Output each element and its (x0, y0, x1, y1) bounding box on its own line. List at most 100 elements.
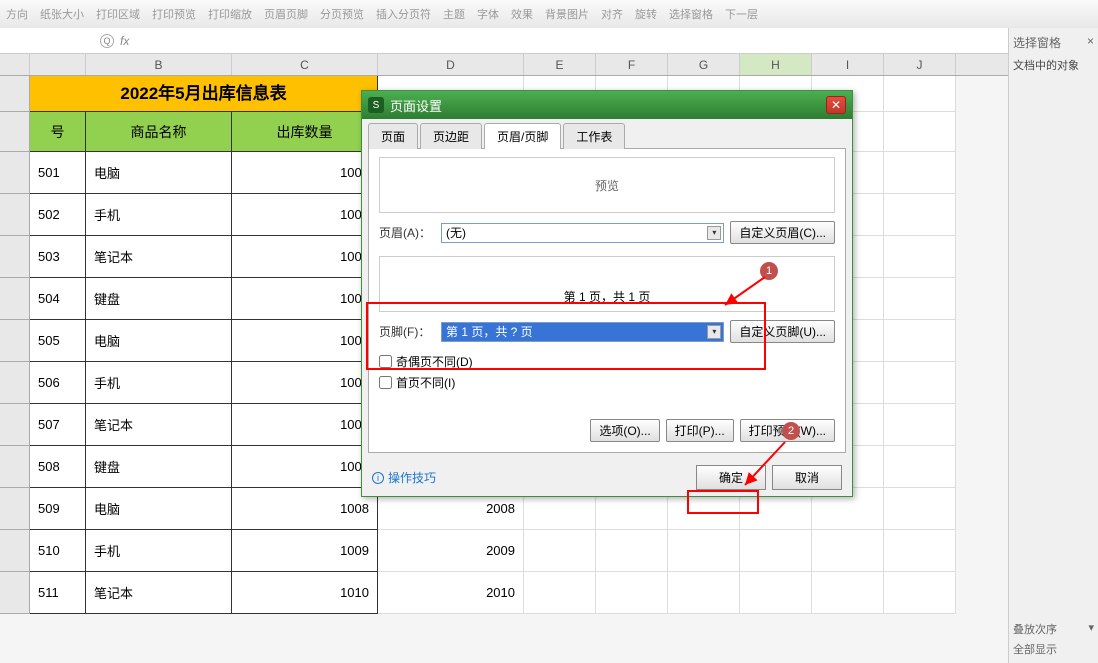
colhdr-A[interactable] (30, 54, 86, 75)
tb-rotate[interactable]: 旋转 (635, 6, 657, 22)
cell-qty[interactable]: 1007 (232, 446, 378, 488)
custom-header-button[interactable]: 自定义页眉(C)... (730, 221, 835, 244)
cell-id[interactable]: 507 (30, 404, 86, 446)
cell-name[interactable]: 键盘 (86, 446, 232, 488)
cell-qty[interactable]: 1009 (232, 530, 378, 572)
colhdr-C[interactable]: C (232, 54, 378, 75)
print-button[interactable]: 打印(P)... (666, 419, 734, 442)
chevron-down-icon[interactable]: ▾ (707, 226, 721, 240)
odd-even-checkbox[interactable] (379, 355, 392, 368)
cell-name[interactable]: 手机 (86, 530, 232, 572)
table-row[interactable]: 510 手机 1009 2009 (0, 530, 1098, 572)
cell-name[interactable]: 电脑 (86, 152, 232, 194)
cell-id[interactable]: 506 (30, 362, 86, 404)
header-select[interactable]: (无)▾ (441, 223, 724, 243)
rowhdr[interactable] (0, 278, 30, 320)
colhdr-H[interactable]: H (740, 54, 812, 75)
tb-align[interactable]: 对齐 (601, 6, 623, 22)
cell-qty[interactable]: 1005 (232, 362, 378, 404)
cell-qty[interactable]: 1000 (232, 152, 378, 194)
tb-insertpagebreak[interactable]: 插入分页符 (376, 6, 431, 22)
hdr-id[interactable]: 号 (30, 112, 86, 152)
cell-qty[interactable]: 1008 (232, 488, 378, 530)
cell-extra[interactable]: 2009 (378, 530, 524, 572)
tab-worksheet[interactable]: 工作表 (563, 123, 625, 149)
cell-qty[interactable]: 1004 (232, 320, 378, 362)
sidepanel-close-icon[interactable]: × (1087, 34, 1094, 51)
colhdr-J[interactable]: J (884, 54, 956, 75)
tips-link[interactable]: i操作技巧 (372, 469, 436, 486)
colhdr-F[interactable]: F (596, 54, 668, 75)
colhdr-D[interactable]: D (378, 54, 524, 75)
cell-id[interactable]: 510 (30, 530, 86, 572)
cell-name[interactable]: 笔记本 (86, 572, 232, 614)
cell-name[interactable]: 笔记本 (86, 236, 232, 278)
cell-qty[interactable]: 1003 (232, 278, 378, 320)
cell-id[interactable]: 505 (30, 320, 86, 362)
chevron-down-icon[interactable]: ▾ (1088, 621, 1094, 637)
print-preview-button[interactable]: 打印预览(W)... (740, 419, 835, 442)
tb-nextlayer[interactable]: 下一层 (725, 6, 758, 22)
rowhdr-2[interactable] (0, 112, 30, 152)
tb-printarea[interactable]: 打印区域 (96, 6, 140, 22)
tb-direction[interactable]: 方向 (6, 6, 28, 22)
show-all-label[interactable]: 全部显示 (1013, 641, 1057, 657)
tb-headerfooter[interactable]: 页眉页脚 (264, 6, 308, 22)
cell-id[interactable]: 502 (30, 194, 86, 236)
rowhdr-1[interactable] (0, 76, 30, 112)
chevron-down-icon[interactable]: ▾ (707, 325, 721, 339)
cancel-button[interactable]: 取消 (772, 465, 842, 490)
rowhdr[interactable] (0, 194, 30, 236)
cell-name[interactable]: 笔记本 (86, 404, 232, 446)
tab-page[interactable]: 页面 (368, 123, 418, 149)
cell-qty[interactable]: 1006 (232, 404, 378, 446)
rowhdr[interactable] (0, 236, 30, 278)
fx-label[interactable]: fx (120, 34, 129, 48)
tb-selectionpane[interactable]: 选择窗格 (669, 6, 713, 22)
cell-name[interactable]: 电脑 (86, 320, 232, 362)
tb-theme[interactable]: 主题 (443, 6, 465, 22)
tb-papersize[interactable]: 纸张大小 (40, 6, 84, 22)
tab-header-footer[interactable]: 页眉/页脚 (484, 123, 561, 149)
colhdr-E[interactable]: E (524, 54, 596, 75)
cell-name[interactable]: 电脑 (86, 488, 232, 530)
dialog-titlebar[interactable]: S 页面设置 ✕ (362, 91, 852, 119)
colhdr-G[interactable]: G (668, 54, 740, 75)
cell-qty[interactable]: 1001 (232, 194, 378, 236)
cell-id[interactable]: 504 (30, 278, 86, 320)
cell-name[interactable]: 手机 (86, 362, 232, 404)
options-button[interactable]: 选项(O)... (590, 419, 659, 442)
cell-name[interactable]: 键盘 (86, 278, 232, 320)
title-cell[interactable]: 2022年5月出库信息表 (30, 76, 378, 112)
cell-id[interactable]: 503 (30, 236, 86, 278)
tab-margin[interactable]: 页边距 (420, 123, 482, 149)
rowhdr[interactable] (0, 446, 30, 488)
table-row[interactable]: 511 笔记本 1010 2010 (0, 572, 1098, 614)
tb-pagebreakpreview[interactable]: 分页预览 (320, 6, 364, 22)
cell-name[interactable]: 手机 (86, 194, 232, 236)
colhdr-I[interactable]: I (812, 54, 884, 75)
cell-id[interactable]: 501 (30, 152, 86, 194)
rowhdr[interactable] (0, 320, 30, 362)
rowhdr[interactable] (0, 530, 30, 572)
cell-id[interactable]: 508 (30, 446, 86, 488)
rowhdr[interactable] (0, 488, 30, 530)
ok-button[interactable]: 确定 (696, 465, 766, 490)
footer-select[interactable]: 第 1 页，共 ? 页▾ (441, 322, 724, 342)
hdr-qty[interactable]: 出库数量 (232, 112, 378, 152)
colhdr-B[interactable]: B (86, 54, 232, 75)
hdr-name[interactable]: 商品名称 (86, 112, 232, 152)
tb-bgimage[interactable]: 背景图片 (545, 6, 589, 22)
cell-extra[interactable]: 2010 (378, 572, 524, 614)
close-icon[interactable]: ✕ (826, 96, 846, 114)
tb-font[interactable]: 字体 (477, 6, 499, 22)
rowhdr[interactable] (0, 152, 30, 194)
cancel-formula-icon[interactable]: Q (100, 34, 114, 48)
cell-id[interactable]: 511 (30, 572, 86, 614)
rowhdr[interactable] (0, 572, 30, 614)
first-page-checkbox[interactable] (379, 376, 392, 389)
tb-printpreview[interactable]: 打印预览 (152, 6, 196, 22)
select-all-corner[interactable] (0, 54, 30, 75)
rowhdr[interactable] (0, 404, 30, 446)
rowhdr[interactable] (0, 362, 30, 404)
